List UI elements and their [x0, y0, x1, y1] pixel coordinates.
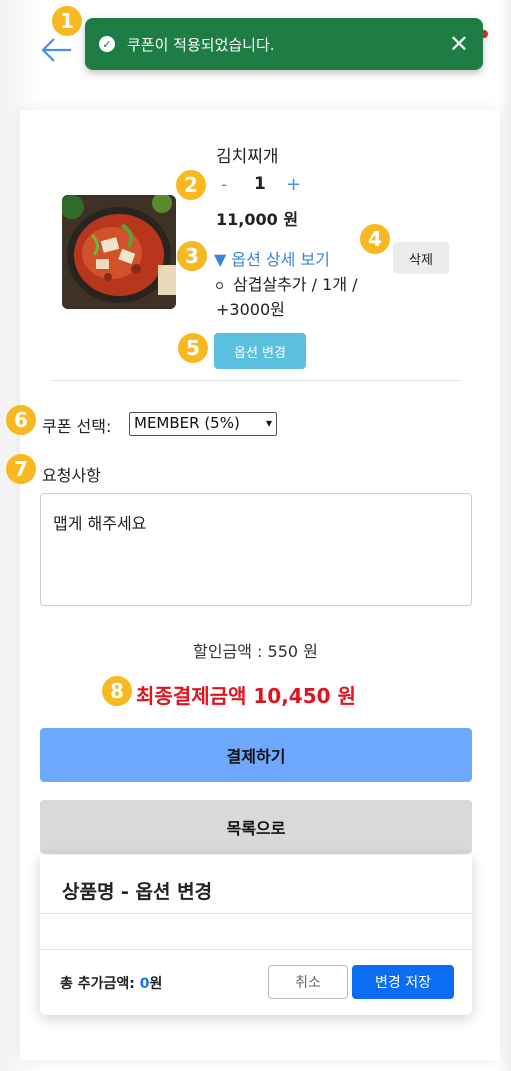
app-frame: ✓ 쿠폰이 적용되었습니다. ✕ 1 2 3 4 5 6 7 8 김치찌개 - … [0, 0, 511, 1071]
back-arrow-svg [41, 38, 71, 62]
request-label: 요청사항 [42, 466, 101, 485]
delete-button[interactable]: 삭제 [393, 242, 449, 274]
coupon-select[interactable]: MEMBER (5%) ▾ [129, 412, 277, 436]
qty-decrease-button[interactable]: - [221, 175, 227, 195]
item-price: 11,000 원 [216, 210, 299, 229]
option-change-button[interactable]: 옵션 변경 [214, 333, 306, 369]
modal-total-label: 총 추가금액: [60, 976, 140, 992]
qty-value: 1 [254, 174, 266, 194]
option-change-modal: 상품명 - 옵션 변경 총 추가금액: 0원 취소 변경 저장 [40, 855, 472, 1015]
step-badge-6: 6 [6, 405, 36, 435]
discount-amount: 할인금액 : 550 원 [193, 642, 318, 661]
modal-total-value: 0 [139, 976, 150, 992]
back-to-list-button[interactable]: 목록으로 [40, 800, 472, 854]
option-detail-toggle[interactable]: ▼ 옵션 상세 보기 [214, 246, 330, 270]
step-badge-2: 2 [176, 170, 206, 200]
coupon-toast: ✓ 쿠폰이 적용되었습니다. ✕ [85, 18, 483, 70]
coupon-selected-value: MEMBER (5%) [134, 414, 240, 432]
right-shadow [499, 0, 511, 1071]
coupon-label: 쿠폰 선택: [42, 417, 112, 436]
step-badge-3: 3 [177, 241, 207, 271]
item-image [62, 195, 176, 309]
modal-total-unit: 원 [149, 976, 163, 992]
item-name: 김치찌개 [216, 147, 279, 167]
bullet-icon [216, 282, 223, 289]
modal-divider-top [40, 913, 472, 914]
modal-cancel-button[interactable]: 취소 [268, 965, 348, 999]
section-divider [52, 380, 460, 381]
step-badge-7: 7 [6, 454, 36, 484]
step-badge-8: 8 [102, 676, 132, 706]
modal-total: 총 추가금액: 0원 [60, 973, 162, 993]
step-badge-4: 4 [360, 224, 390, 254]
final-amount: 최종결제금액 10,450 원 [136, 684, 356, 708]
step-badge-5: 5 [178, 333, 208, 363]
back-arrow-icon[interactable] [40, 36, 76, 66]
qty-increase-button[interactable]: + [286, 174, 301, 195]
check-circle-icon: ✓ [99, 36, 115, 52]
modal-divider-bottom [40, 949, 472, 950]
kimchi-stew-photo [62, 195, 176, 309]
step-badge-1: 1 [52, 6, 82, 36]
modal-save-button[interactable]: 변경 저장 [352, 965, 454, 999]
pay-button[interactable]: 결제하기 [40, 728, 472, 782]
toast-message: 쿠폰이 적용되었습니다. [127, 35, 275, 54]
request-textarea[interactable]: 맵게 해주세요 [40, 493, 472, 606]
option-line-text: 삼겹살추가 / 1개 / +3000원 [216, 275, 358, 319]
modal-title: 상품명 - 옵션 변경 [62, 881, 213, 903]
close-icon[interactable]: ✕ [449, 32, 469, 56]
chevron-down-icon: ▾ [265, 416, 272, 430]
option-list-item: 삼겹살추가 / 1개 / +3000원 [216, 272, 386, 322]
